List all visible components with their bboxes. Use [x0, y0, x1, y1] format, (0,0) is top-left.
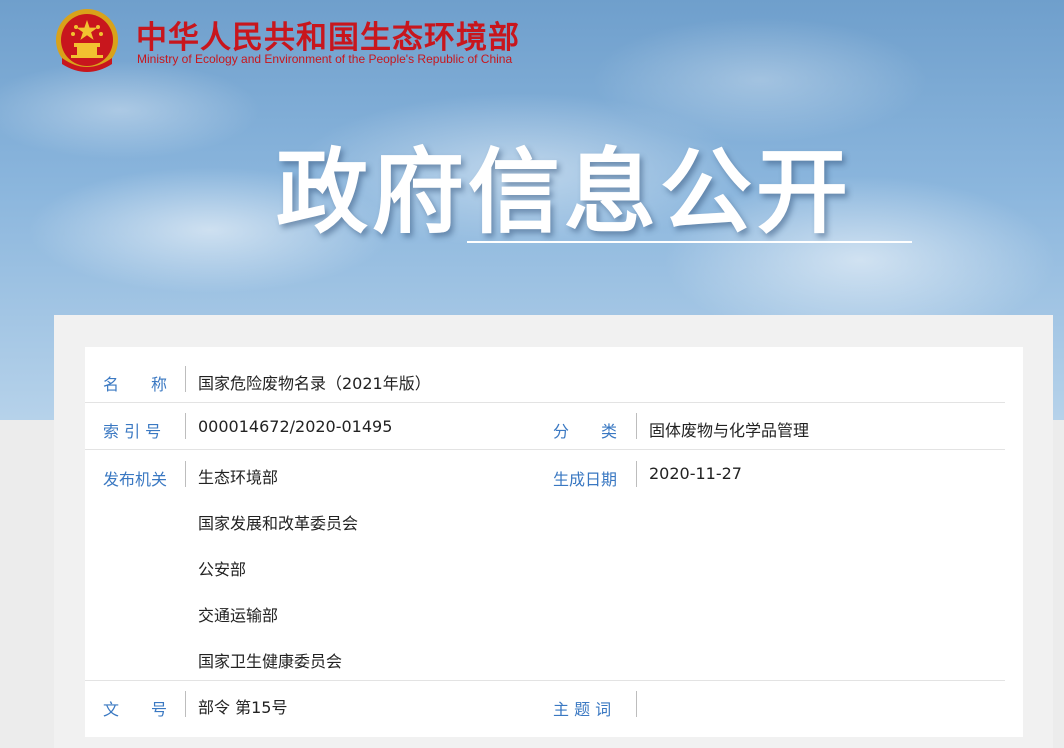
index-label: 索 引 号 — [103, 422, 162, 441]
issuer-item: 生态环境部 — [198, 468, 279, 487]
doc-number-value: 部令 第15号 — [198, 698, 288, 717]
divider — [636, 461, 637, 487]
divider — [185, 461, 186, 487]
title-underline — [467, 241, 912, 243]
national-emblem-icon[interactable] — [52, 6, 122, 76]
name-value: 国家危险废物名录（2021年版） — [198, 374, 431, 393]
divider — [185, 413, 186, 439]
date-value: 2020-11-27 — [649, 464, 742, 483]
ministry-name-en[interactable]: Ministry of Ecology and Environment of t… — [137, 52, 512, 66]
issuer-item: 国家发展和改革委员会 — [198, 514, 359, 533]
issuer-label: 发布机关 — [103, 470, 168, 489]
divider — [185, 366, 186, 392]
divider — [185, 691, 186, 717]
page: 中华人民共和国生态环境部 Ministry of Ecology and Env… — [0, 0, 1064, 748]
date-label: 生成日期 — [553, 470, 618, 489]
divider — [636, 691, 637, 717]
page-title: 政府信息公开 — [276, 139, 853, 246]
doc-number-label: 文 号 — [103, 700, 168, 719]
category-label: 分 类 — [553, 422, 618, 441]
index-value: 000014672/2020-01495 — [198, 417, 393, 436]
divider — [636, 413, 637, 439]
name-label: 名 称 — [103, 375, 168, 394]
issuer-item: 国家卫生健康委员会 — [198, 652, 343, 671]
category-value: 固体废物与化学品管理 — [649, 421, 810, 440]
issuer-item: 公安部 — [198, 560, 247, 579]
issuer-item: 交通运输部 — [198, 606, 279, 625]
ministry-name-cn[interactable]: 中华人民共和国生态环境部 — [136, 12, 520, 57]
keywords-label: 主 题 词 — [553, 700, 612, 719]
